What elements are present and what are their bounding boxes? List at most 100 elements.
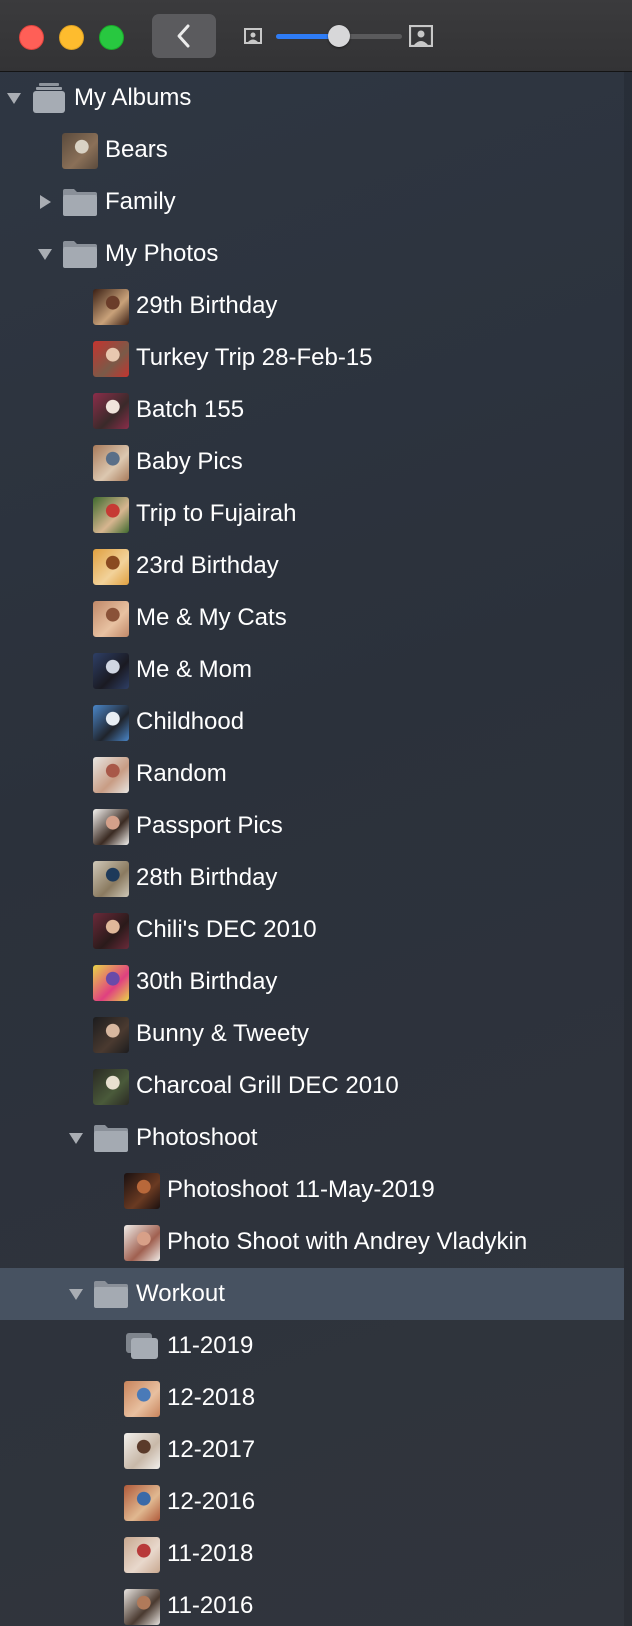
album-thumbnail <box>93 809 129 845</box>
album-row-me-my-cats[interactable]: Me & My Cats <box>0 592 624 644</box>
folder-icon <box>62 237 98 271</box>
album-thumbnail <box>124 1589 160 1625</box>
disclosure-collapsed-icon[interactable] <box>37 194 53 210</box>
row-label: 23rd Birthday <box>136 552 279 579</box>
album-row-11-2019[interactable]: 11-2019 <box>0 1320 624 1372</box>
album-thumbnail <box>124 1381 160 1417</box>
album-row-random[interactable]: Random <box>0 748 624 800</box>
close-window-button[interactable] <box>19 25 44 50</box>
album-row-passport-pics[interactable]: Passport Pics <box>0 800 624 852</box>
row-label: Bunny & Tweety <box>136 1020 309 1047</box>
album-thumbnail <box>62 133 98 169</box>
folder-icon <box>62 185 98 219</box>
zoom-window-button[interactable] <box>99 25 124 50</box>
row-label: Turkey Trip 28-Feb-15 <box>136 344 373 371</box>
disclosure-expanded-icon[interactable] <box>6 90 22 106</box>
album-row-23rd-birthday[interactable]: 23rd Birthday <box>0 540 624 592</box>
row-label: 11-2019 <box>167 1332 254 1359</box>
row-label: Photoshoot <box>136 1124 258 1151</box>
disclosure-expanded-icon[interactable] <box>37 246 53 262</box>
row-label: Childhood <box>136 708 245 735</box>
album-row-photoshoot-11-may-2019[interactable]: Photoshoot 11-May-2019 <box>0 1164 624 1216</box>
row-label: Baby Pics <box>136 448 243 475</box>
back-button[interactable] <box>152 14 216 58</box>
album-row-29th-birthday[interactable]: 29th Birthday <box>0 280 624 332</box>
album-thumbnail <box>93 705 129 741</box>
row-label: My Photos <box>105 240 219 267</box>
album-thumbnail <box>93 549 129 585</box>
tree-root-my-albums[interactable]: My Albums <box>0 72 624 124</box>
album-thumbnail <box>124 1537 160 1573</box>
album-row-12-2017[interactable]: 12-2017 <box>0 1424 624 1476</box>
thumbnail-size-slider[interactable] <box>276 25 402 47</box>
album-thumbnail <box>93 341 129 377</box>
row-label: Family <box>105 188 176 215</box>
album-row-12-2016[interactable]: 12-2016 <box>0 1476 624 1528</box>
title-toolbar <box>0 0 632 72</box>
album-thumbnail <box>93 393 129 429</box>
tree-root-label: My Albums <box>74 84 192 111</box>
album-row-charcoal-grill-dec-2010[interactable]: Charcoal Grill DEC 2010 <box>0 1060 624 1112</box>
disclosure-expanded-icon[interactable] <box>68 1130 84 1146</box>
album-row-11-2018[interactable]: 11-2018 <box>0 1528 624 1580</box>
album-row-childhood[interactable]: Childhood <box>0 696 624 748</box>
album-thumbnail <box>124 1173 160 1209</box>
row-label: 29th Birthday <box>136 292 278 319</box>
album-thumbnail <box>93 497 129 533</box>
row-label: 12-2016 <box>167 1488 256 1515</box>
row-label: Random <box>136 760 227 787</box>
album-row-bunny-tweety[interactable]: Bunny & Tweety <box>0 1008 624 1060</box>
folder-row-my-photos[interactable]: My Photos <box>0 228 624 280</box>
folder-row-family[interactable]: Family <box>0 176 624 228</box>
row-label: Batch 155 <box>136 396 245 423</box>
album-thumbnail <box>93 1069 129 1105</box>
empty-album-icon <box>124 1329 160 1363</box>
album-row-photo-shoot-with-andrey-vladykin[interactable]: Photo Shoot with Andrey Vladykin <box>0 1216 624 1268</box>
album-row-bears[interactable]: Bears <box>0 124 624 176</box>
album-row-trip-to-fujairah[interactable]: Trip to Fujairah <box>0 488 624 540</box>
disclosure-expanded-icon[interactable] <box>68 1286 84 1302</box>
album-row-turkey-trip-28-feb-15[interactable]: Turkey Trip 28-Feb-15 <box>0 332 624 384</box>
row-label: Photoshoot 11-May-2019 <box>167 1176 435 1203</box>
row-label: Photo Shoot with Andrey Vladykin <box>167 1228 528 1255</box>
album-thumbnail <box>93 861 129 897</box>
album-row-28th-birthday[interactable]: 28th Birthday <box>0 852 624 904</box>
row-label: 11-2016 <box>167 1592 254 1619</box>
album-row-chili-s-dec-2010[interactable]: Chili's DEC 2010 <box>0 904 624 956</box>
album-row-30th-birthday[interactable]: 30th Birthday <box>0 956 624 1008</box>
albums-stack-icon <box>31 81 67 115</box>
row-label: 12-2018 <box>167 1384 256 1411</box>
row-label: Passport Pics <box>136 812 283 839</box>
album-thumbnail <box>93 445 129 481</box>
row-label: 12-2017 <box>167 1436 256 1463</box>
slider-knob[interactable] <box>328 25 350 47</box>
album-row-baby-pics[interactable]: Baby Pics <box>0 436 624 488</box>
album-thumbnail <box>124 1485 160 1521</box>
album-thumbnail <box>93 601 129 637</box>
album-thumbnail <box>93 289 129 325</box>
album-row-batch-155[interactable]: Batch 155 <box>0 384 624 436</box>
row-label: 11-2018 <box>167 1540 254 1567</box>
scrollbar-track[interactable] <box>624 72 632 1626</box>
row-label: Charcoal Grill DEC 2010 <box>136 1072 399 1099</box>
album-thumbnail <box>93 1017 129 1053</box>
row-label: Chili's DEC 2010 <box>136 916 317 943</box>
album-thumbnail <box>93 653 129 689</box>
album-thumbnail <box>93 913 129 949</box>
folder-icon <box>93 1121 129 1155</box>
folder-row-workout[interactable]: Workout <box>0 1268 624 1320</box>
row-label: Trip to Fujairah <box>136 500 297 527</box>
photo-large-icon[interactable] <box>409 25 433 47</box>
row-label: 30th Birthday <box>136 968 278 995</box>
minimize-window-button[interactable] <box>59 25 84 50</box>
album-thumbnail <box>124 1433 160 1469</box>
folder-icon <box>93 1277 129 1311</box>
chevron-left-icon <box>177 24 190 48</box>
album-row-11-2016[interactable]: 11-2016 <box>0 1580 624 1626</box>
folder-row-photoshoot[interactable]: Photoshoot <box>0 1112 624 1164</box>
album-row-me-mom[interactable]: Me & Mom <box>0 644 624 696</box>
album-thumbnail <box>93 757 129 793</box>
row-label: Workout <box>136 1280 225 1307</box>
album-row-12-2018[interactable]: 12-2018 <box>0 1372 624 1424</box>
photo-small-icon[interactable] <box>244 28 262 44</box>
